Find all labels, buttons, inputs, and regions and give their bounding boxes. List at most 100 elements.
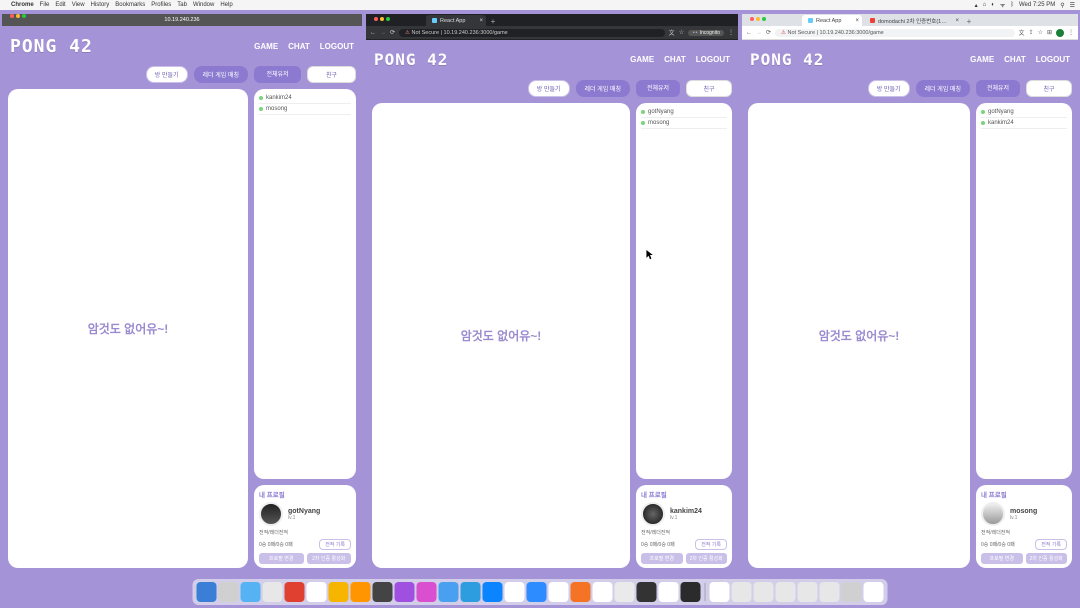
minimize-icon[interactable] <box>756 17 760 21</box>
enable-2fa-button[interactable]: 2차 인증 활성화 <box>1026 553 1068 564</box>
dock-app-icon[interactable] <box>842 582 862 602</box>
minimize-icon[interactable] <box>16 14 20 18</box>
url-input[interactable]: ⚠ Not Secure | 10.19.240.236:3000/game <box>775 29 1015 37</box>
view-history-button[interactable]: 전적 기록 <box>1035 539 1067 550</box>
make-room-button[interactable]: 방 만들기 <box>528 80 570 97</box>
tab-all-users[interactable]: 전체유저 <box>254 66 301 83</box>
ladder-match-button[interactable]: 레더 게임 매칭 <box>576 80 630 97</box>
nav-logout[interactable]: LOGOUT <box>320 42 354 51</box>
dock-app-icon[interactable] <box>754 582 774 602</box>
ladder-match-button[interactable]: 레더 게임 매칭 <box>916 80 970 97</box>
maximize-icon[interactable] <box>386 17 390 21</box>
dock-app-icon[interactable] <box>798 582 818 602</box>
dock-app-icon[interactable] <box>285 582 305 602</box>
new-tab-button[interactable]: + <box>964 17 974 26</box>
menu-file[interactable]: File <box>40 2 50 8</box>
tab-friends[interactable]: 친구 <box>686 80 732 97</box>
dock-app-icon[interactable] <box>263 582 283 602</box>
menu-bookmarks[interactable]: Bookmarks <box>115 2 145 8</box>
edit-profile-button[interactable]: 프로필 변경 <box>981 553 1023 564</box>
nav-chat[interactable]: CHAT <box>664 55 686 64</box>
menu-window[interactable]: Window <box>193 2 214 8</box>
dock-app-icon[interactable] <box>637 582 657 602</box>
maximize-icon[interactable] <box>22 14 26 18</box>
dock-app-icon[interactable] <box>197 582 217 602</box>
make-room-button[interactable]: 방 만들기 <box>868 80 910 97</box>
view-history-button[interactable]: 전적 기록 <box>319 539 351 550</box>
list-item[interactable]: kankim24 <box>259 93 351 104</box>
tray-icon[interactable]: ⌂ <box>983 2 987 8</box>
clock[interactable]: Wed 7:25 PM <box>1019 2 1055 8</box>
menu-icon[interactable]: ⋮ <box>728 29 734 36</box>
browser-tab[interactable]: React App × <box>426 15 486 26</box>
dock-app-icon[interactable] <box>864 582 884 602</box>
nav-logout[interactable]: LOGOUT <box>1036 55 1070 64</box>
menu-help[interactable]: Help <box>220 2 232 8</box>
close-icon[interactable] <box>374 17 378 21</box>
ladder-match-button[interactable]: 레더 게임 매칭 <box>194 66 248 83</box>
bluetooth-icon[interactable]: ᛒ <box>1010 2 1014 8</box>
dock-app-icon[interactable] <box>329 582 349 602</box>
bookmark-icon[interactable]: ☆ <box>1038 29 1043 36</box>
dock-app-icon[interactable] <box>681 582 701 602</box>
share-icon[interactable]: ⇪ <box>1029 29 1034 36</box>
browser-tab[interactable]: React App × <box>802 15 862 26</box>
dock-app-icon[interactable] <box>241 582 261 602</box>
profile-avatar-icon[interactable] <box>1056 29 1064 37</box>
dock-app-icon[interactable] <box>483 582 503 602</box>
nav-chat[interactable]: CHAT <box>288 42 310 51</box>
extensions-icon[interactable]: ⊞ <box>1047 29 1052 36</box>
menu-icon[interactable]: ⋮ <box>1068 29 1074 36</box>
dock-app-icon[interactable] <box>417 582 437 602</box>
reload-icon[interactable]: ⟳ <box>766 29 771 36</box>
dock-app-icon[interactable] <box>307 582 327 602</box>
tab-friends[interactable]: 친구 <box>1026 80 1072 97</box>
list-item[interactable]: mosong <box>259 104 351 115</box>
wifi-icon[interactable]: ᯤ <box>1000 1 1005 9</box>
list-item[interactable]: gotNyang <box>981 107 1067 118</box>
view-history-button[interactable]: 전적 기록 <box>695 539 727 550</box>
enable-2fa-button[interactable]: 2차 인증 활성화 <box>686 553 728 564</box>
maximize-icon[interactable] <box>762 17 766 21</box>
dock-app-icon[interactable] <box>395 582 415 602</box>
tab-close-icon[interactable]: × <box>955 18 959 24</box>
list-item[interactable]: kankim24 <box>981 118 1067 129</box>
dock-app-icon[interactable] <box>593 582 613 602</box>
tray-icon[interactable]: ◐ <box>991 2 995 8</box>
tab-close-icon[interactable]: × <box>855 18 859 24</box>
dock-app-icon[interactable] <box>549 582 569 602</box>
nav-game[interactable]: GAME <box>254 42 278 51</box>
spotlight-icon[interactable]: ⚲ <box>1060 2 1064 9</box>
tab-friends[interactable]: 친구 <box>307 66 356 83</box>
back-icon[interactable]: ← <box>746 30 752 36</box>
dock-app-icon[interactable] <box>820 582 840 602</box>
enable-2fa-button[interactable]: 2차 인증 활성화 <box>307 553 352 564</box>
dock-app-icon[interactable] <box>615 582 635 602</box>
menu-edit[interactable]: Edit <box>55 2 65 8</box>
nav-game[interactable]: GAME <box>970 55 994 64</box>
forward-icon[interactable]: → <box>756 30 762 36</box>
url-input[interactable]: ⚠ Not Secure | 10.19.240.236:3000/game <box>399 29 665 37</box>
dock-app-icon[interactable] <box>710 582 730 602</box>
tab-all-users[interactable]: 전체유저 <box>976 80 1020 97</box>
translate-icon[interactable]: 文 <box>669 28 675 37</box>
control-center-icon[interactable]: ☰ <box>1070 2 1075 9</box>
tab-all-users[interactable]: 전체유저 <box>636 80 680 97</box>
dock-app-icon[interactable] <box>219 582 239 602</box>
back-icon[interactable]: ← <box>370 30 376 36</box>
dock-app-icon[interactable] <box>461 582 481 602</box>
bookmark-icon[interactable]: ☆ <box>679 29 684 36</box>
new-tab-button[interactable]: + <box>488 17 498 26</box>
dock-app-icon[interactable] <box>351 582 371 602</box>
nav-game[interactable]: GAME <box>630 55 654 64</box>
browser-tab[interactable]: domodachi 2차 인증번호(16976) × <box>864 15 962 26</box>
dock-app-icon[interactable] <box>527 582 547 602</box>
menu-view[interactable]: View <box>72 2 85 8</box>
list-item[interactable]: gotNyang <box>641 107 727 118</box>
dock-app-icon[interactable] <box>732 582 752 602</box>
nav-chat[interactable]: CHAT <box>1004 55 1026 64</box>
dock-app-icon[interactable] <box>776 582 796 602</box>
minimize-icon[interactable] <box>380 17 384 21</box>
menu-profiles[interactable]: Profiles <box>151 2 171 8</box>
menu-history[interactable]: History <box>91 2 110 8</box>
